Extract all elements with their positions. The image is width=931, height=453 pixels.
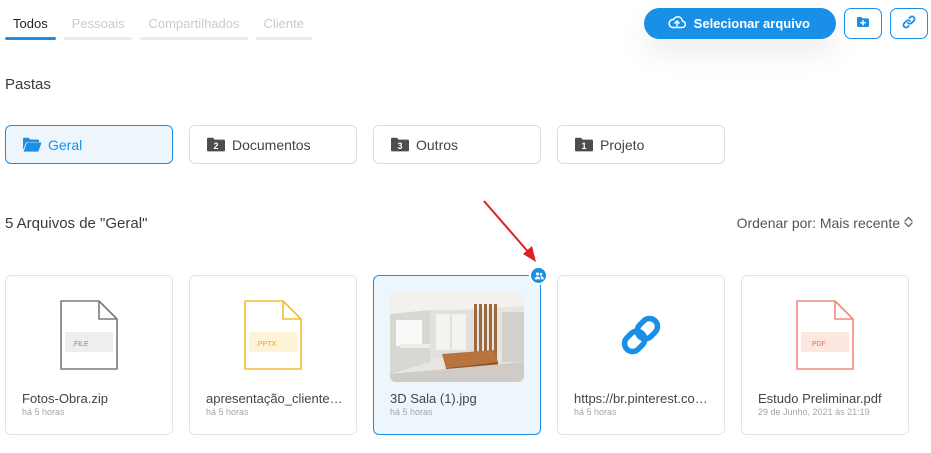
files-heading: 5 Arquivos de "Geral" (5, 215, 148, 232)
select-file-label: Selecionar arquivo (693, 16, 810, 31)
file-time: há 5 horas (574, 407, 617, 417)
cloud-upload-icon (668, 15, 686, 32)
file-thumbnail: .PDF (742, 292, 908, 382)
pptx-file-icon (242, 298, 304, 377)
sort-arrows-icon (904, 215, 913, 231)
users-icon (534, 267, 544, 285)
file-time: há 5 horas (206, 407, 249, 417)
link-icon (619, 313, 663, 362)
room-render-image (390, 292, 524, 382)
file-card-3d-sala[interactable]: 3D Sala (1).jpg há 5 horas (373, 266, 548, 435)
file-type-label: .FILE (72, 341, 89, 348)
folder-icon: 2 (206, 137, 226, 152)
pdf-file-icon (794, 298, 856, 377)
tab-label: Todos (13, 16, 48, 31)
tab-cliente[interactable]: Cliente (255, 0, 313, 40)
filter-tabs: Todos Pessoais Compartilhados Cliente (5, 0, 313, 40)
new-folder-button[interactable] (844, 8, 882, 39)
file-thumbnail (558, 292, 724, 382)
file-card-fotos-obra[interactable]: .FILE Fotos-Obra.zip há 5 horas (5, 275, 173, 435)
file-thumbnail (374, 292, 540, 382)
file-thumbnail: .PPTX (190, 292, 356, 382)
tab-label: Cliente (263, 16, 304, 31)
file-name: Fotos-Obra.zip (22, 391, 108, 406)
folder-open-icon (22, 137, 42, 152)
annotation-arrow (483, 200, 536, 262)
folder-count-badge: 3 (397, 141, 403, 151)
file-time: há 5 horas (22, 407, 65, 417)
folder-count-badge: 1 (581, 141, 587, 151)
folder-label: Outros (416, 136, 459, 153)
tab-todos[interactable]: Todos (5, 0, 56, 40)
folder-documentos[interactable]: 2 Documentos (189, 125, 357, 164)
file-time: há 5 horas (390, 407, 433, 417)
sort-dropdown[interactable]: Ordenar por: Mais recente (737, 215, 913, 231)
file-name: https://br.pinterest.com/pin/ (574, 391, 714, 406)
folder-label: Projeto (600, 136, 645, 153)
folder-icon: 1 (574, 137, 594, 152)
top-actions: Selecionar arquivo (643, 8, 928, 39)
folder-icon: 3 (390, 137, 410, 152)
file-list: .FILE Fotos-Obra.zip há 5 horas .PPTX ap… (5, 266, 909, 435)
folders-heading: Pastas (5, 76, 51, 93)
tab-label: Pessoais (71, 16, 125, 31)
folder-geral[interactable]: Geral (5, 125, 173, 164)
folder-outros[interactable]: 3 Outros (373, 125, 541, 164)
file-type-label: .PDF (810, 341, 826, 348)
generic-file-icon (58, 298, 120, 377)
link-button[interactable] (890, 8, 928, 39)
folder-label: Documentos (232, 136, 311, 153)
file-name: apresentação_cliente.pptx (206, 391, 346, 406)
folder-plus-icon (856, 16, 870, 31)
file-time: 29 de Junho, 2021 às 21:19 (758, 407, 870, 417)
file-card-estudo-preliminar[interactable]: .PDF Estudo Preliminar.pdf 29 de Junho, … (741, 275, 909, 435)
link-icon (902, 15, 916, 32)
file-thumbnail: .FILE (6, 292, 172, 382)
folder-count-badge: 2 (213, 141, 219, 151)
file-name: Estudo Preliminar.pdf (758, 391, 882, 406)
tab-compartilhados[interactable]: Compartilhados (140, 0, 248, 40)
shared-badge (529, 266, 548, 285)
tab-pessoais[interactable]: Pessoais (63, 0, 133, 40)
sort-label: Ordenar por: Mais recente (736, 215, 900, 231)
folder-list: Geral 2 Documentos 3 Outros 1 Projeto (5, 125, 725, 164)
file-card-pinterest-link[interactable]: https://br.pinterest.com/pin/ há 5 horas (557, 275, 725, 435)
tab-label: Compartilhados (148, 16, 240, 31)
folder-label: Geral (48, 136, 83, 153)
folder-projeto[interactable]: 1 Projeto (557, 125, 725, 164)
file-type-label: .PPTX (256, 341, 277, 348)
file-name: 3D Sala (1).jpg (390, 391, 477, 406)
select-file-button[interactable]: Selecionar arquivo (643, 8, 836, 39)
file-card-apresentacao[interactable]: .PPTX apresentação_cliente.pptx há 5 hor… (189, 275, 357, 435)
